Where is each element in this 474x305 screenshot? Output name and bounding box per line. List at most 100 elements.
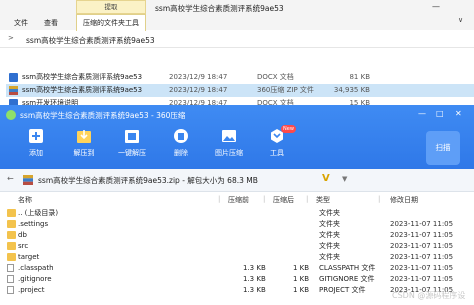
row-name: .classpath [18,264,54,272]
zip-archive-icon [23,175,33,185]
file-name: ssm高校学生综合素质测评系统9ae53 [22,73,143,81]
col-modified[interactable]: 修改日期 [390,195,418,205]
folder-icon [7,231,16,239]
row-date: 2023-11-07 11:05 [390,220,454,228]
row-name: .settings [18,220,49,228]
row-compressed: 1 KB [293,264,310,272]
row-date: 2023-11-07 11:05 [390,242,454,250]
row-size: 1.3 KB [243,286,266,294]
toolbar-label: 删除 [174,149,188,157]
column-divider: | [306,195,309,203]
toolbar-label: 添加 [29,149,43,157]
image-compress-button[interactable]: 图片压缩 [205,127,253,158]
table-row[interactable]: db 文件夹 2023-11-07 11:05 [0,230,474,241]
col-name[interactable]: 名称 [18,195,32,205]
zip-archive-icon [9,86,18,95]
file-icon [7,264,14,272]
row-type: 文件夹 [319,242,340,250]
row-name: target [18,253,40,261]
app-logo-icon [6,110,16,120]
tab-compressed-folder-tools[interactable]: 压缩的文件夹工具 [76,14,146,31]
row-type: CLASSPATH 文件 [319,264,376,272]
row-type: 文件夹 [319,231,340,239]
row-type: PROJECT 文件 [319,286,366,294]
col-size[interactable]: 压缩前 [228,195,249,205]
new-badge: New [281,125,296,133]
file-icon [7,286,14,294]
folder-icon [7,220,16,228]
table-row[interactable]: .classpath 1.3 KB 1 KB CLASSPATH 文件 2023… [0,263,474,274]
row-name: .gitignore [18,275,52,283]
maximize-button[interactable]: □ [436,109,444,118]
folder-icon [7,242,16,250]
add-button[interactable]: 添加 [12,127,60,158]
one-click-extract-icon [125,130,139,143]
row-name: .project [18,286,45,294]
image-compress-icon [222,130,236,142]
file-date: 2023/12/9 18:47 [169,73,228,81]
add-icon [29,129,43,143]
row-date: 2023-11-07 11:05 [390,253,454,261]
folder-icon [7,209,16,217]
file-size: 81 KB [349,73,370,81]
tab-file[interactable]: 文件 [14,16,28,30]
col-type[interactable]: 类型 [316,195,330,205]
file-row[interactable]: ssm高校学生综合素质测评系统9ae53 2023/12/9 18:47 DOC… [6,71,474,84]
row-date: 2023-11-07 11:05 [390,264,454,272]
chevron-right-icon[interactable]: > [8,34,14,42]
row-type: GITIGNORE 文件 [319,275,375,283]
table-row[interactable]: target 文件夹 2023-11-07 11:05 [0,252,474,263]
toolbar-label: 解压到 [73,149,95,157]
tab-view[interactable]: 查看 [44,16,58,30]
file-row-selected[interactable]: ssm高校学生综合素质测评系统9ae53 2023/12/9 18:47 360… [6,84,474,97]
address-path[interactable]: ssm高校学生综合素质测评系统9ae53 [26,35,155,46]
column-divider: | [218,195,221,203]
table-row[interactable]: src 文件夹 2023-11-07 11:05 [0,241,474,252]
row-compressed: 1 KB [293,275,310,283]
file-type: DOCX 文档 [257,73,294,81]
minimize-button[interactable]: — [432,2,440,11]
toolbar-label: 一键解压 [118,149,146,157]
window-title: ssm高校学生综合素质测评系统9ae53 [155,4,284,13]
file-size: 34,935 KB [333,86,370,94]
file-type: 360压缩 ZIP 文件 [257,86,314,94]
column-header: 名称 | 压缩前 | 压缩后 | 类型 | 修改日期 [0,195,474,207]
extract-to-icon [77,130,91,143]
extract-to-button[interactable]: 解压到 [60,127,108,158]
col-compressed[interactable]: 压缩后 [273,195,294,205]
minimize-button[interactable]: — [418,109,426,118]
file-name: ssm高校学生综合素质测评系统9ae53 [22,86,143,94]
word-document-icon [9,73,18,82]
row-type: 文件夹 [319,253,340,261]
table-row[interactable]: .settings 文件夹 2023-11-07 11:05 [0,219,474,230]
chevron-down-icon[interactable]: ∨ [458,16,463,24]
column-divider: | [263,195,266,203]
row-name: src [18,242,29,250]
file-date: 2023/12/9 18:47 [169,86,228,94]
context-tab-header: 提取 [76,0,146,14]
back-arrow-icon[interactable]: ← [7,174,14,183]
archive-path: ssm高校学生综合素质测评系统9ae53.zip - 解包大小为 68.3 MB [38,176,258,185]
watermark: CSDN @源码程序设 [392,291,466,300]
tools-button[interactable]: New 工具 [253,125,301,158]
scan-button[interactable]: 扫描 [426,131,460,165]
toolbar-label: 图片压缩 [215,149,243,157]
table-row[interactable]: .. (上级目录) 文件夹 [0,208,474,219]
zip-toolbar-area: ssm高校学生综合素质测评系统9ae53 - 360压缩 — □ ✕ 添加 解压… [0,105,474,169]
address-bar[interactable]: > ssm高校学生综合素质测评系统9ae53 [0,31,474,48]
explorer-ribbon: 提取 ssm高校学生综合素质测评系统9ae53 — 文件 查看 压缩的文件夹工具… [0,0,474,31]
archive-path-bar: ← ssm高校学生综合素质测评系统9ae53.zip - 解包大小为 68.3 … [0,169,474,192]
table-row[interactable]: .gitignore 1.3 KB 1 KB GITIGNORE 文件 2023… [0,274,474,285]
zip-window-title: ssm高校学生综合素质测评系统9ae53 - 360压缩 [20,111,186,120]
delete-button[interactable]: 删除 [157,127,205,158]
chevron-down-icon[interactable]: ▼ [342,175,347,183]
toolbar-label: 工具 [270,149,284,157]
row-date: 2023-11-07 11:05 [390,231,454,239]
folder-icon [7,253,16,261]
one-click-extract-button[interactable]: 一键解压 [108,127,156,158]
row-name: db [18,231,27,239]
zip-window: ssm高校学生综合素质测评系统9ae53 - 360压缩 — □ ✕ 添加 解压… [0,105,474,305]
row-compressed: 1 KB [293,286,310,294]
close-button[interactable]: ✕ [455,109,462,118]
v-icon[interactable]: V [322,173,330,184]
